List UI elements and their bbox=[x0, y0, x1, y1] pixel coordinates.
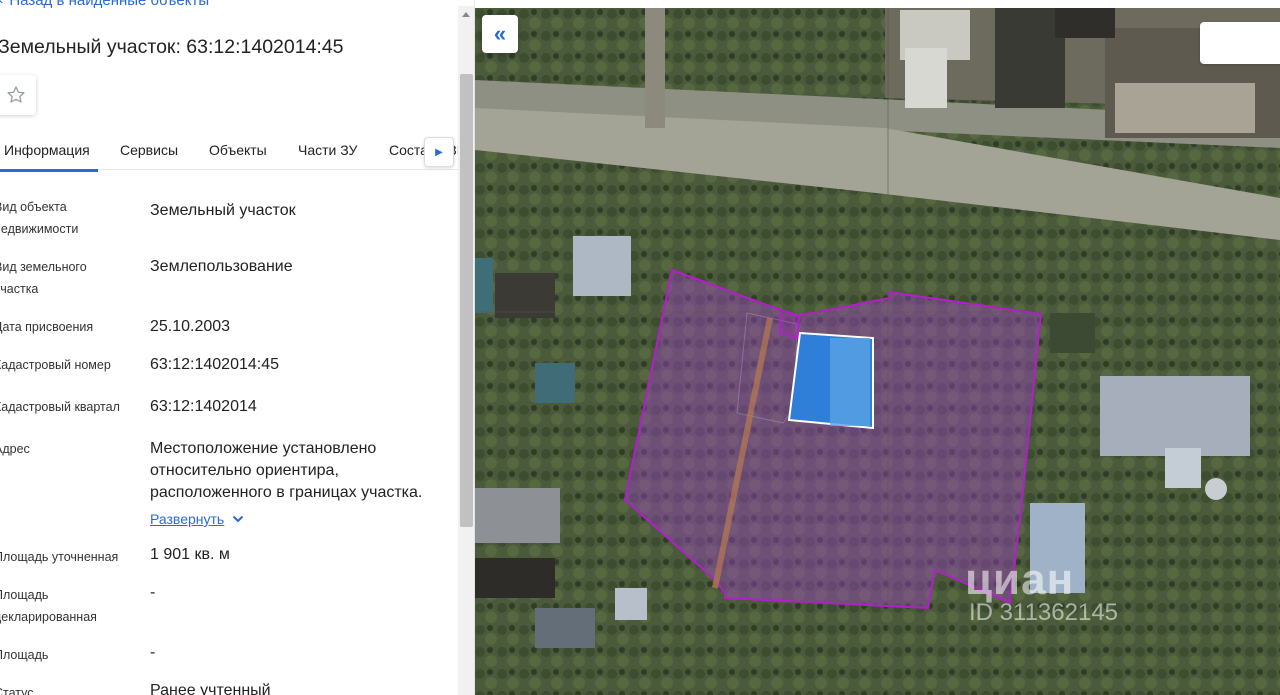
attribute-value: Землепользование bbox=[150, 258, 293, 275]
expand-link[interactable]: Развернуть bbox=[150, 508, 450, 530]
attribute-label: Площадь уточненная bbox=[0, 550, 119, 564]
caret-right-icon: ▶ bbox=[435, 146, 443, 158]
attribute-value: 25.10.2003 bbox=[150, 318, 231, 335]
expand-label: Развернуть bbox=[150, 511, 225, 527]
scroll-up-icon[interactable] bbox=[462, 12, 470, 17]
chevron-down-icon bbox=[233, 515, 244, 523]
page-title: Земельный участок: 63:12:1402014:45 bbox=[0, 36, 344, 58]
attribute-value: Местоположение установлено относительно … bbox=[150, 440, 423, 501]
watermark: циан ID 311362145 bbox=[965, 555, 1118, 626]
panel-scrollbar[interactable] bbox=[458, 6, 474, 695]
address-value-block: Местоположение установлено относительно … bbox=[150, 438, 450, 530]
attribute-value: - bbox=[150, 584, 156, 601]
star-icon bbox=[7, 86, 25, 103]
chevron-left-icon: ‹ bbox=[0, 0, 3, 9]
attribute-value: 63:12:1402014:45 bbox=[150, 356, 280, 373]
attribute-label: Площадь bbox=[0, 648, 49, 662]
collapse-panel-button[interactable]: « bbox=[482, 15, 518, 53]
attribute-label: Площадь декларированная bbox=[0, 588, 97, 624]
tab-bar: Информация Сервисы Объекты Части ЗУ Сост… bbox=[0, 132, 467, 172]
map-search-box[interactable] bbox=[1200, 22, 1280, 64]
satellite-map[interactable]: циан ID 311362145 bbox=[475, 8, 1280, 695]
attribute-label: Адрес bbox=[0, 442, 30, 456]
scrollbar-thumb[interactable] bbox=[460, 74, 473, 527]
attribute-value: - bbox=[150, 644, 156, 661]
tabs-next-button[interactable]: ▶ bbox=[424, 137, 454, 167]
back-link[interactable]: ‹ Назад в найденные объекты bbox=[0, 0, 209, 9]
watermark-brand: циан bbox=[965, 555, 1075, 604]
satellite-imagery bbox=[475, 8, 1280, 695]
info-panel: ‹ Назад в найденные объекты Земельный уч… bbox=[0, 0, 475, 695]
attribute-label: Статус bbox=[0, 686, 34, 695]
tab-services[interactable]: Сервисы bbox=[120, 142, 178, 158]
attribute-label: Кадастровый номер bbox=[0, 358, 111, 372]
back-link-label: Назад в найденные объекты bbox=[9, 0, 210, 9]
attribute-value: Ранее учтенный bbox=[150, 682, 271, 695]
attribute-value: 1 901 кв. м bbox=[150, 546, 230, 563]
attribute-label: Вид земельного участка bbox=[0, 260, 87, 296]
attribute-label: Вид объекта недвижимости bbox=[0, 200, 79, 236]
tab-info[interactable]: Информация bbox=[0, 142, 98, 172]
double-chevron-left-icon: « bbox=[493, 21, 507, 46]
attribute-label: Кадастровый квартал bbox=[0, 400, 120, 414]
favorite-button[interactable] bbox=[0, 75, 36, 115]
tab-parts[interactable]: Части ЗУ bbox=[298, 142, 357, 158]
tab-objects[interactable]: Объекты bbox=[209, 142, 267, 158]
watermark-id: ID 311362145 bbox=[969, 599, 1119, 626]
attribute-value: Земельный участок bbox=[150, 202, 296, 219]
attribute-label: Дата присвоения bbox=[0, 320, 94, 334]
attribute-value: 63:12:1402014 bbox=[150, 398, 257, 415]
